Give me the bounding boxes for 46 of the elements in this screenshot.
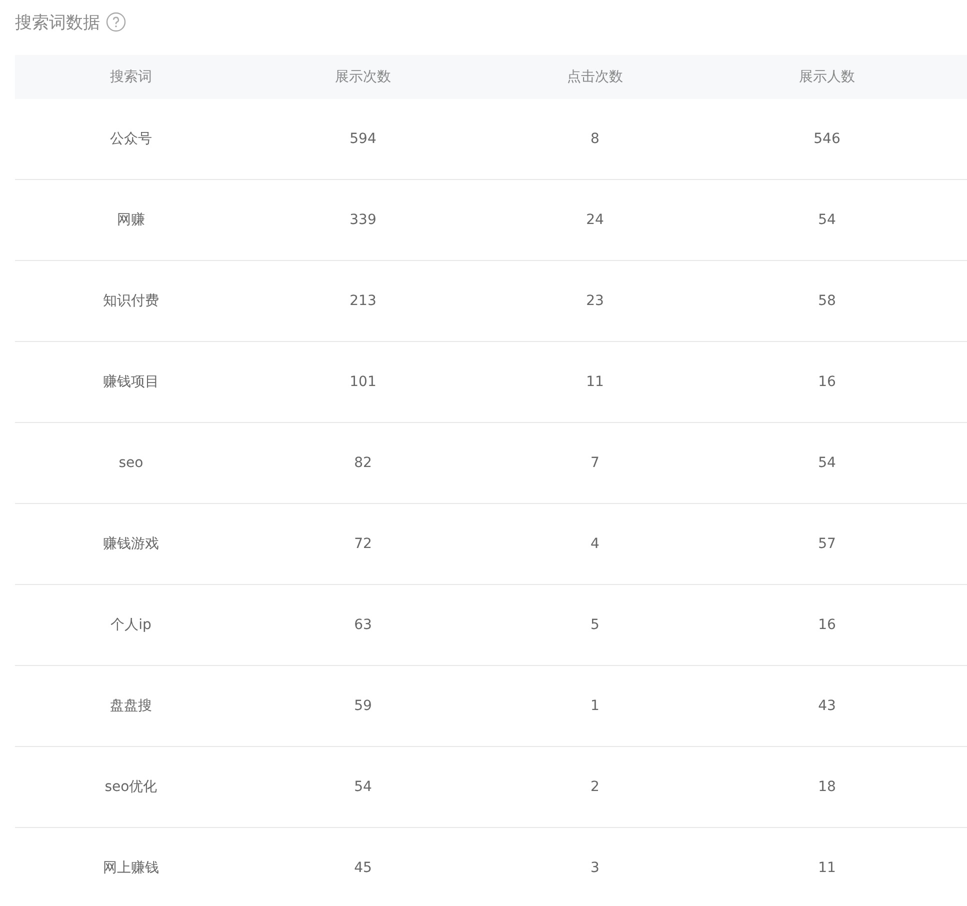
- table-cell: 赚钱游戏: [103, 535, 159, 553]
- table-cell: 11: [818, 860, 836, 876]
- table-cell: 3: [590, 860, 600, 876]
- column-header: 展示次数: [335, 68, 391, 86]
- table-cell: 赚钱项目: [103, 373, 159, 391]
- table-cell: 59: [354, 698, 372, 714]
- table-cell: 2: [590, 779, 600, 795]
- table-cell: 4: [590, 536, 600, 552]
- table-cell: 57: [818, 536, 836, 552]
- table-cell: 网上赚钱: [103, 859, 159, 877]
- column-header: 点击次数: [567, 68, 623, 86]
- table-cell: 594: [350, 131, 376, 147]
- table-cell: 网赚: [117, 211, 145, 229]
- table-cell: 5: [590, 617, 600, 633]
- table-cell: seo优化: [104, 778, 158, 796]
- table-cell: 盘盘搜: [110, 697, 152, 715]
- table-cell: 54: [818, 212, 836, 228]
- table-cell: 知识付费: [103, 292, 159, 310]
- table-cell: 1: [590, 698, 600, 714]
- table-cell: 16: [818, 374, 836, 390]
- table-cell: 339: [350, 212, 376, 228]
- section-title: 搜索词数据: [15, 12, 100, 34]
- table-cell: 72: [354, 536, 372, 552]
- column-header: 展示人数: [799, 68, 855, 86]
- table-cell: 63: [354, 617, 372, 633]
- table-cell: 546: [814, 131, 840, 147]
- table-cell: 7: [590, 455, 600, 471]
- table-cell: 23: [586, 293, 604, 309]
- table-cell: 16: [818, 617, 836, 633]
- table-cell: 18: [818, 779, 836, 795]
- table-cell: 8: [590, 131, 600, 147]
- table-cell: 213: [350, 293, 376, 309]
- table-cell: seo: [118, 455, 144, 471]
- table-cell: 54: [818, 455, 836, 471]
- table-cell: 24: [586, 212, 604, 228]
- table-cell: 个人ip: [110, 616, 152, 634]
- table-cell: 58: [818, 293, 836, 309]
- table-cell: 54: [354, 779, 372, 795]
- table-cell: 101: [350, 374, 376, 390]
- table-cell: 43: [818, 698, 836, 714]
- column-header: 搜索词: [110, 68, 152, 86]
- table-cell: 45: [354, 860, 372, 876]
- help-icon[interactable]: [106, 12, 126, 32]
- table-cell: 82: [354, 455, 372, 471]
- table-cell: 公众号: [110, 130, 152, 148]
- table-cell: 11: [586, 374, 604, 390]
